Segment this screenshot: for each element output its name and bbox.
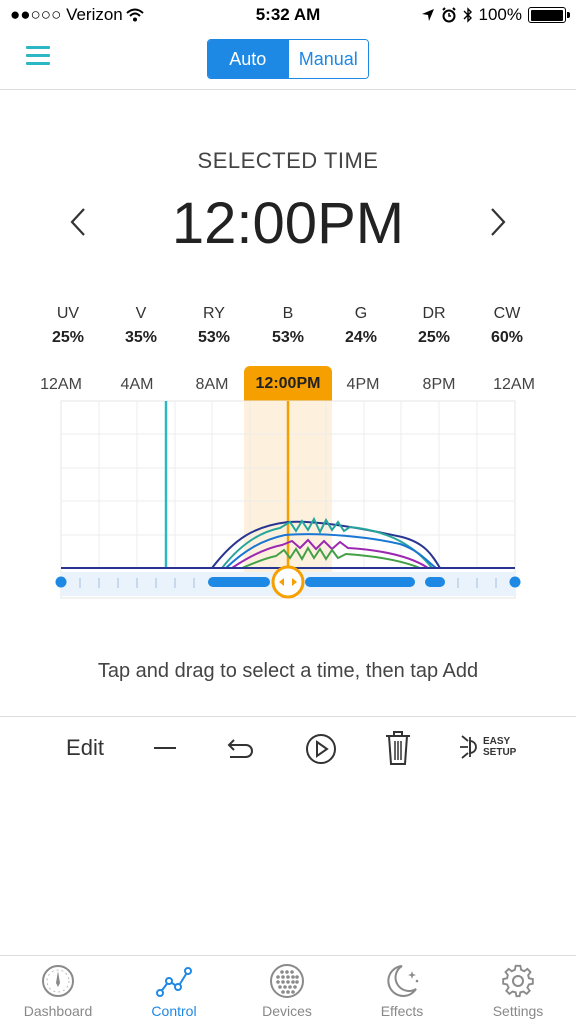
header-divider xyxy=(0,89,576,90)
channel-name: B xyxy=(282,305,294,322)
schedule-points-cluster[interactable] xyxy=(425,577,445,587)
previous-time-button[interactable] xyxy=(66,205,90,239)
segment-manual[interactable]: Manual xyxy=(287,40,368,78)
time-tick: 8PM xyxy=(422,376,456,393)
status-right: 100% xyxy=(421,5,570,25)
easy-setup-button[interactable]: EASY SETUP xyxy=(458,733,516,761)
time-tick: 12AM xyxy=(493,376,535,393)
easy-setup-line1: EASY xyxy=(483,736,511,747)
edit-button[interactable]: Edit xyxy=(60,728,110,768)
channel-cw: CW 60% xyxy=(472,305,542,347)
time-tick: 4PM xyxy=(346,376,380,393)
instruction-text: Tap and drag to select a time, then tap … xyxy=(97,660,479,682)
schedule-points-cluster[interactable] xyxy=(208,577,270,587)
tab-label: Settings xyxy=(492,1003,544,1019)
minus-icon[interactable] xyxy=(152,736,178,760)
channel-dr: DR 25% xyxy=(399,305,469,347)
easy-setup-icon xyxy=(460,735,477,759)
channel-name: DR xyxy=(422,305,446,322)
time-tick: 12AM xyxy=(40,376,82,393)
battery-percent: 100% xyxy=(478,5,522,24)
channel-ry: RY 53% xyxy=(179,305,249,347)
easy-setup-line2: SETUP xyxy=(483,747,517,758)
wifi-icon xyxy=(126,8,144,22)
schedule-point[interactable] xyxy=(509,576,521,588)
tab-devices[interactable]: Devices xyxy=(237,963,337,1019)
channel-value: 60% xyxy=(490,329,524,346)
time-tick: 4AM xyxy=(120,376,154,393)
tab-control[interactable]: Control xyxy=(124,963,224,1019)
gear-icon xyxy=(502,964,534,998)
channel-name: UV xyxy=(56,305,80,322)
location-icon xyxy=(421,9,434,21)
status-bar: ●●○○○ Verizon 5:32 AM 100% xyxy=(0,0,576,30)
schedule-points-cluster[interactable] xyxy=(305,577,415,587)
tab-settings[interactable]: Settings xyxy=(468,963,568,1019)
tab-label: Effects xyxy=(380,1003,424,1019)
channel-value: 53% xyxy=(197,329,231,346)
mode-segmented-control: Auto Manual xyxy=(207,39,369,79)
tab-label: Control xyxy=(151,1003,197,1019)
trash-icon[interactable] xyxy=(384,730,412,766)
channel-value: 24% xyxy=(344,329,378,346)
channel-b: B 53% xyxy=(253,305,323,347)
toolbar-divider xyxy=(0,716,576,717)
selected-time-label: SELECTED TIME xyxy=(197,148,379,173)
undo-icon[interactable] xyxy=(226,734,256,762)
schedule-point[interactable] xyxy=(55,576,67,588)
channel-value: 25% xyxy=(417,329,451,346)
alarm-icon xyxy=(441,7,456,23)
tab-label: Dashboard xyxy=(23,1003,93,1019)
channel-value: 35% xyxy=(124,329,158,346)
channel-v: V 35% xyxy=(106,305,176,347)
easy-setup-label: EASY SETUP xyxy=(483,736,516,758)
bluetooth-icon xyxy=(463,7,472,23)
tab-effects[interactable]: Effects xyxy=(352,963,452,1019)
tab-label: Devices xyxy=(262,1003,312,1019)
channel-name: CW xyxy=(493,305,521,322)
play-icon[interactable] xyxy=(305,733,337,765)
time-tick: 8AM xyxy=(195,376,229,393)
channel-name: RY xyxy=(203,305,225,322)
gauge-icon xyxy=(42,965,74,997)
light-schedule-chart[interactable] xyxy=(0,395,576,605)
channel-name: G xyxy=(354,305,368,322)
battery-fill xyxy=(530,9,563,21)
channel-g: G 24% xyxy=(326,305,396,347)
channel-name: V xyxy=(135,305,147,322)
channel-uv: UV 25% xyxy=(33,305,103,347)
channel-value: 25% xyxy=(51,329,85,346)
devices-icon xyxy=(270,964,304,998)
channel-value: 53% xyxy=(271,329,305,346)
time-scrubber-handle[interactable] xyxy=(271,565,305,599)
battery-icon xyxy=(528,7,570,23)
graph-icon xyxy=(156,967,192,997)
next-time-button[interactable] xyxy=(486,205,510,239)
menu-icon[interactable] xyxy=(26,46,50,66)
segment-auto[interactable]: Auto xyxy=(208,40,288,78)
tab-dashboard[interactable]: Dashboard xyxy=(8,963,108,1019)
moon-icon xyxy=(387,965,419,997)
